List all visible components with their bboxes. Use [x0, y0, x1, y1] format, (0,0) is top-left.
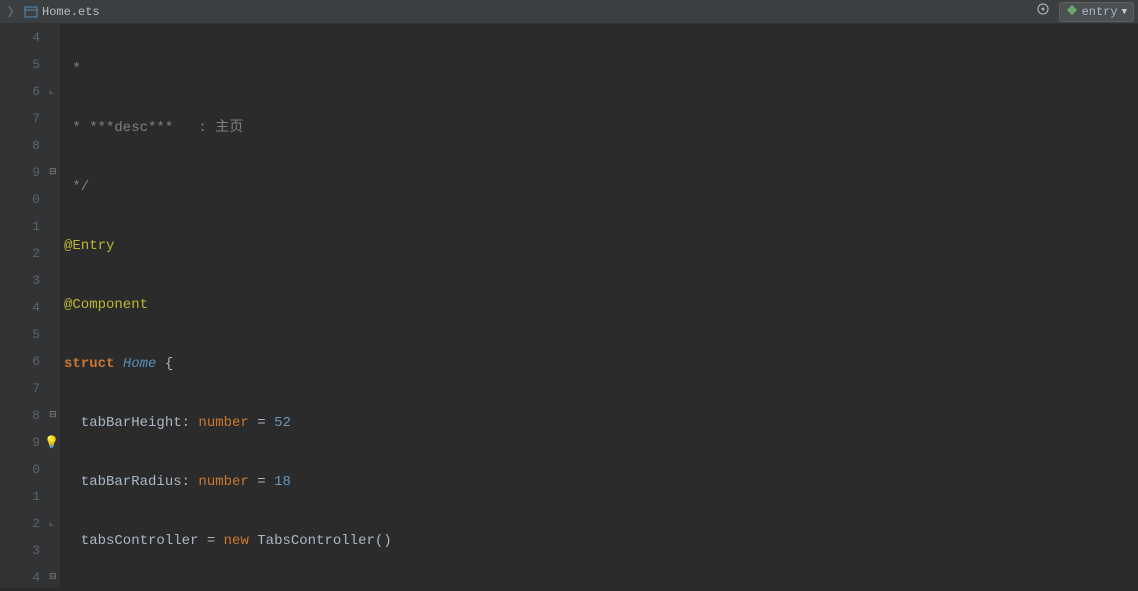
code-token: *	[64, 61, 81, 77]
code-token: {	[165, 356, 173, 372]
file-icon	[24, 5, 38, 19]
crosshair-icon[interactable]	[1035, 1, 1051, 22]
line-number[interactable]: 6	[0, 348, 40, 375]
line-number[interactable]: 3	[0, 267, 40, 294]
entry-dropdown[interactable]: entry ▼	[1059, 2, 1134, 22]
line-number[interactable]: 1	[0, 483, 40, 510]
chevron-down-icon: ▼	[1122, 7, 1127, 17]
line-number[interactable]: 4	[0, 294, 40, 321]
code-token: tabBarHeight:	[64, 415, 198, 431]
code-token: =	[249, 474, 274, 490]
line-number[interactable]: 9	[0, 159, 40, 186]
module-icon	[1066, 4, 1078, 20]
lightbulb-icon[interactable]: 💡	[44, 435, 59, 450]
line-number[interactable]: 2	[0, 240, 40, 267]
code-token: */	[64, 179, 89, 195]
code-token: 主页	[215, 120, 243, 136]
line-number[interactable]: 5	[0, 321, 40, 348]
line-number[interactable]: 6	[0, 78, 40, 105]
code-token: tabsController =	[64, 533, 224, 549]
line-number[interactable]: 7	[0, 105, 40, 132]
top-right-controls: entry ▼	[1035, 1, 1134, 22]
line-number[interactable]: 8	[0, 132, 40, 159]
code-token: 52	[274, 415, 291, 431]
line-number[interactable]: 0	[0, 456, 40, 483]
fold-start-icon[interactable]: ⊟	[49, 410, 57, 420]
line-number[interactable]: 8	[0, 402, 40, 429]
line-number[interactable]: 2	[0, 510, 40, 537]
code-token: number	[198, 415, 248, 431]
breadcrumb-separator: 〉	[8, 3, 20, 20]
code-token: 18	[274, 474, 291, 490]
fold-end-icon[interactable]: ⌞	[49, 86, 53, 96]
line-number[interactable]: 3	[0, 537, 40, 564]
line-number[interactable]: 1	[0, 213, 40, 240]
line-number[interactable]: 9	[0, 429, 40, 456]
code-token: @Entry	[64, 238, 114, 254]
editor-top-bar: 〉 Home.ets entry ▼	[0, 0, 1138, 24]
code-token: struct	[64, 356, 114, 372]
code-token: new	[224, 533, 249, 549]
code-token: =	[249, 415, 274, 431]
line-number[interactable]: 5	[0, 51, 40, 78]
code-token: number	[198, 474, 248, 490]
fold-end-icon[interactable]: ⌞	[49, 518, 53, 528]
breadcrumb-filename: Home.ets	[42, 5, 100, 19]
code-token: tabBarRadius:	[64, 474, 198, 490]
line-number[interactable]: 4	[0, 564, 40, 591]
code-token: TabsController()	[249, 533, 392, 549]
editor-area: 4 5 6 7 8 9 0 1 2 3 4 5 6 7 8 9 0 1 2 3 …	[0, 24, 1138, 588]
fold-gutter: ⌞ ⊟ ⊟ 💡 ⌞ ⊟	[48, 24, 60, 588]
code-editor[interactable]: * * ***desc*** : 主页 */ @Entry @Component…	[60, 24, 1138, 588]
code-token: @Component	[64, 297, 148, 313]
line-number[interactable]: 7	[0, 375, 40, 402]
code-token: Home	[114, 356, 164, 372]
breadcrumb[interactable]: 〉 Home.ets	[4, 3, 100, 20]
fold-start-icon[interactable]: ⊟	[49, 167, 57, 177]
entry-label: entry	[1082, 5, 1118, 19]
fold-start-icon[interactable]: ⊟	[49, 572, 57, 582]
line-number[interactable]: 0	[0, 186, 40, 213]
line-number-gutter: 4 5 6 7 8 9 0 1 2 3 4 5 6 7 8 9 0 1 2 3 …	[0, 24, 48, 588]
code-token: * ***desc*** :	[64, 120, 215, 136]
line-number[interactable]: 4	[0, 24, 40, 51]
